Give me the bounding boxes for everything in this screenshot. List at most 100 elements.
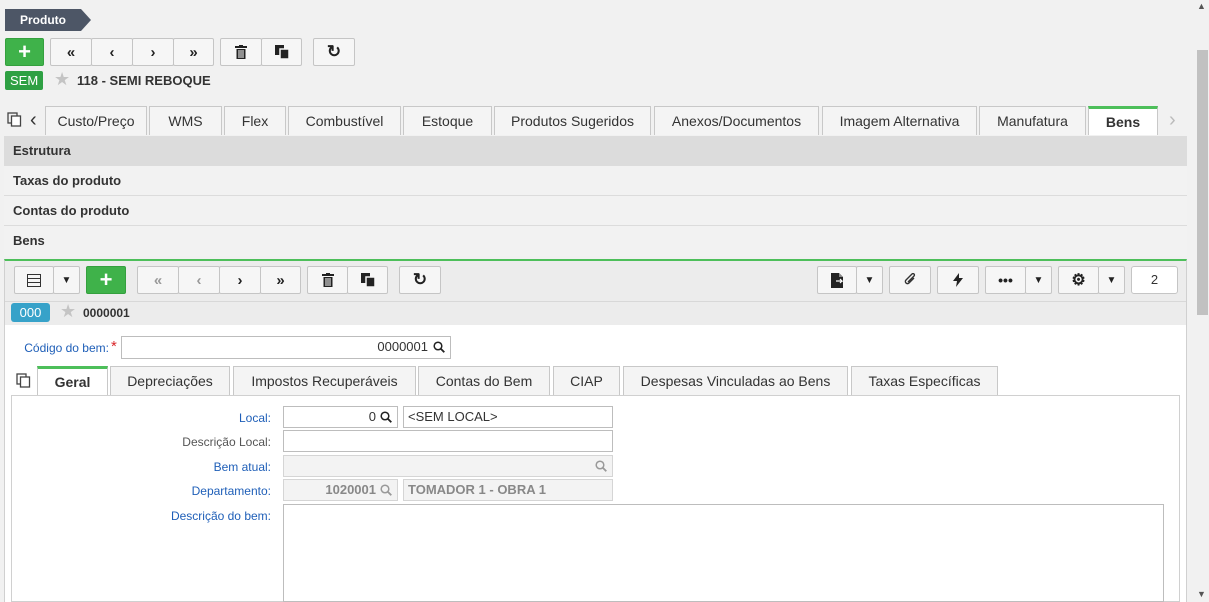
accordion-estrutura[interactable]: Estrutura (4, 136, 1187, 166)
copy-bem-button[interactable] (347, 266, 388, 294)
trash-icon (321, 273, 334, 287)
accordion-taxas-produto[interactable]: Taxas do produto (4, 166, 1187, 196)
settings-dropdown-button[interactable]: ▼ (1098, 266, 1125, 294)
accordion-contas-produto[interactable]: Contas do produto (4, 196, 1187, 226)
next-bem-button[interactable]: › (219, 266, 261, 294)
tab-wms[interactable]: WMS (149, 106, 222, 135)
chevron-left-icon: ‹ (109, 43, 115, 61)
desc-local-input[interactable] (283, 430, 613, 452)
first-record-button[interactable]: « (50, 38, 92, 66)
subrecord-badge: 000 (11, 303, 50, 322)
search-icon[interactable] (380, 411, 392, 426)
tabs-overview-icon[interactable] (16, 373, 31, 391)
tab-ciap[interactable]: CIAP (553, 366, 620, 395)
delete-bem-button[interactable] (307, 266, 348, 294)
scroll-down-icon[interactable]: ▼ (1197, 589, 1206, 599)
codigo-label: Código do bem: (24, 341, 109, 355)
desc-bem-label: Descrição do bem: (170, 509, 271, 523)
tab-estoque[interactable]: Estoque (403, 106, 492, 135)
copy-button[interactable] (261, 38, 302, 66)
codigo-input[interactable]: 0000001 (121, 336, 451, 359)
local-label: Local: (238, 411, 271, 425)
refresh-button[interactable]: ↻ (313, 38, 355, 66)
next-record-button[interactable]: › (132, 38, 174, 66)
desc-bem-textarea[interactable] (283, 504, 1164, 602)
plus-icon: + (18, 39, 31, 64)
chevron-right-icon: › (237, 271, 243, 289)
bem-atual-input[interactable] (283, 455, 613, 477)
prev-bem-button[interactable]: ‹ (178, 266, 220, 294)
more-dropdown-button[interactable]: ▼ (1025, 266, 1052, 294)
breadcrumb[interactable]: Produto (5, 9, 91, 31)
tabs-scroll-left-icon[interactable]: ‹ (30, 110, 37, 130)
caret-down-icon: ▼ (864, 274, 875, 286)
double-chevron-left-icon: « (153, 271, 163, 289)
double-chevron-right-icon: » (189, 43, 198, 61)
scrollbar-thumb[interactable] (1197, 50, 1208, 315)
local-code-value: 0 (368, 409, 376, 424)
report-button[interactable] (817, 266, 857, 294)
delete-button[interactable] (220, 38, 262, 66)
settings-button[interactable]: ⚙ (1058, 266, 1099, 294)
first-bem-button[interactable]: « (137, 266, 179, 294)
record-title: 118 - SEMI REBOQUE (77, 73, 211, 88)
tab-flex[interactable]: Flex (224, 106, 286, 135)
tabs-overview-icon[interactable] (7, 112, 23, 128)
view-dropdown-button[interactable]: ▼ (53, 266, 80, 294)
double-chevron-left-icon: « (66, 43, 76, 61)
favorite-star-icon[interactable]: ★ (54, 69, 70, 90)
tab-impostos-recuperaveis[interactable]: Impostos Recuperáveis (233, 366, 416, 395)
search-icon[interactable] (595, 460, 607, 475)
prev-record-button[interactable]: ‹ (91, 38, 133, 66)
tab-taxas-especificas[interactable]: Taxas Específicas (851, 366, 998, 395)
plus-icon: + (99, 267, 113, 292)
add-button[interactable]: + (5, 38, 44, 66)
copy-icon (274, 45, 289, 59)
scroll-up-icon[interactable]: ▲ (1197, 1, 1206, 11)
trash-icon (235, 45, 247, 59)
caret-down-icon: ▼ (1106, 274, 1117, 286)
chevron-left-icon: ‹ (196, 271, 202, 289)
departamento-name-field[interactable]: TOMADOR 1 - OBRA 1 (403, 479, 613, 501)
search-icon[interactable] (433, 341, 445, 356)
desc-local-label: Descrição Local: (182, 435, 271, 449)
tab-depreciacoes[interactable]: Depreciações (110, 366, 230, 395)
tab-anexos-documentos[interactable]: Anexos/Documentos (654, 106, 819, 135)
required-marker: * (111, 338, 117, 355)
more-button[interactable]: ••• (985, 266, 1026, 294)
add-bem-button[interactable]: + (86, 266, 126, 294)
actions-button[interactable] (937, 266, 979, 294)
search-icon[interactable] (380, 484, 392, 499)
caret-down-icon: ▼ (61, 274, 72, 286)
tab-produtos-sugeridos[interactable]: Produtos Sugeridos (494, 106, 651, 135)
tabs-scroll-right-icon[interactable]: › (1169, 110, 1176, 130)
report-dropdown-button[interactable]: ▼ (856, 266, 883, 294)
tab-combustivel[interactable]: Combustível (288, 106, 401, 135)
tab-bens[interactable]: Bens (1088, 106, 1158, 135)
grid-view-button[interactable] (14, 266, 54, 294)
tab-custo-preco[interactable]: Custo/Preço (45, 106, 147, 135)
tab-manufatura[interactable]: Manufatura (979, 106, 1086, 135)
refresh-icon: ↻ (412, 270, 428, 289)
tab-contas-do-bem[interactable]: Contas do Bem (418, 366, 550, 395)
last-bem-button[interactable]: » (260, 266, 301, 294)
ellipsis-icon: ••• (998, 272, 1013, 288)
tab-despesas-vinculadas[interactable]: Despesas Vinculadas ao Bens (623, 366, 848, 395)
favorite-star-icon[interactable]: ★ (60, 301, 76, 322)
tab-geral[interactable]: Geral (37, 366, 108, 395)
caret-down-icon: ▼ (1033, 274, 1044, 286)
departamento-label: Departamento: (191, 484, 271, 498)
grid-icon (27, 273, 41, 287)
double-chevron-right-icon: » (276, 271, 285, 289)
record-count-badge: 2 (1131, 266, 1178, 294)
tab-imagem-alternativa[interactable]: Imagem Alternativa (822, 106, 977, 135)
departamento-code-value: 1020001 (325, 482, 376, 497)
attach-button[interactable] (889, 266, 931, 294)
refresh-bem-button[interactable]: ↻ (399, 266, 441, 294)
codigo-value: 0000001 (377, 339, 428, 354)
paperclip-icon (904, 273, 916, 285)
local-name-field[interactable]: <SEM LOCAL> (403, 406, 613, 428)
bem-atual-label: Bem atual: (213, 460, 271, 474)
accordion-bens[interactable]: Bens (4, 226, 1187, 256)
last-record-button[interactable]: » (173, 38, 214, 66)
